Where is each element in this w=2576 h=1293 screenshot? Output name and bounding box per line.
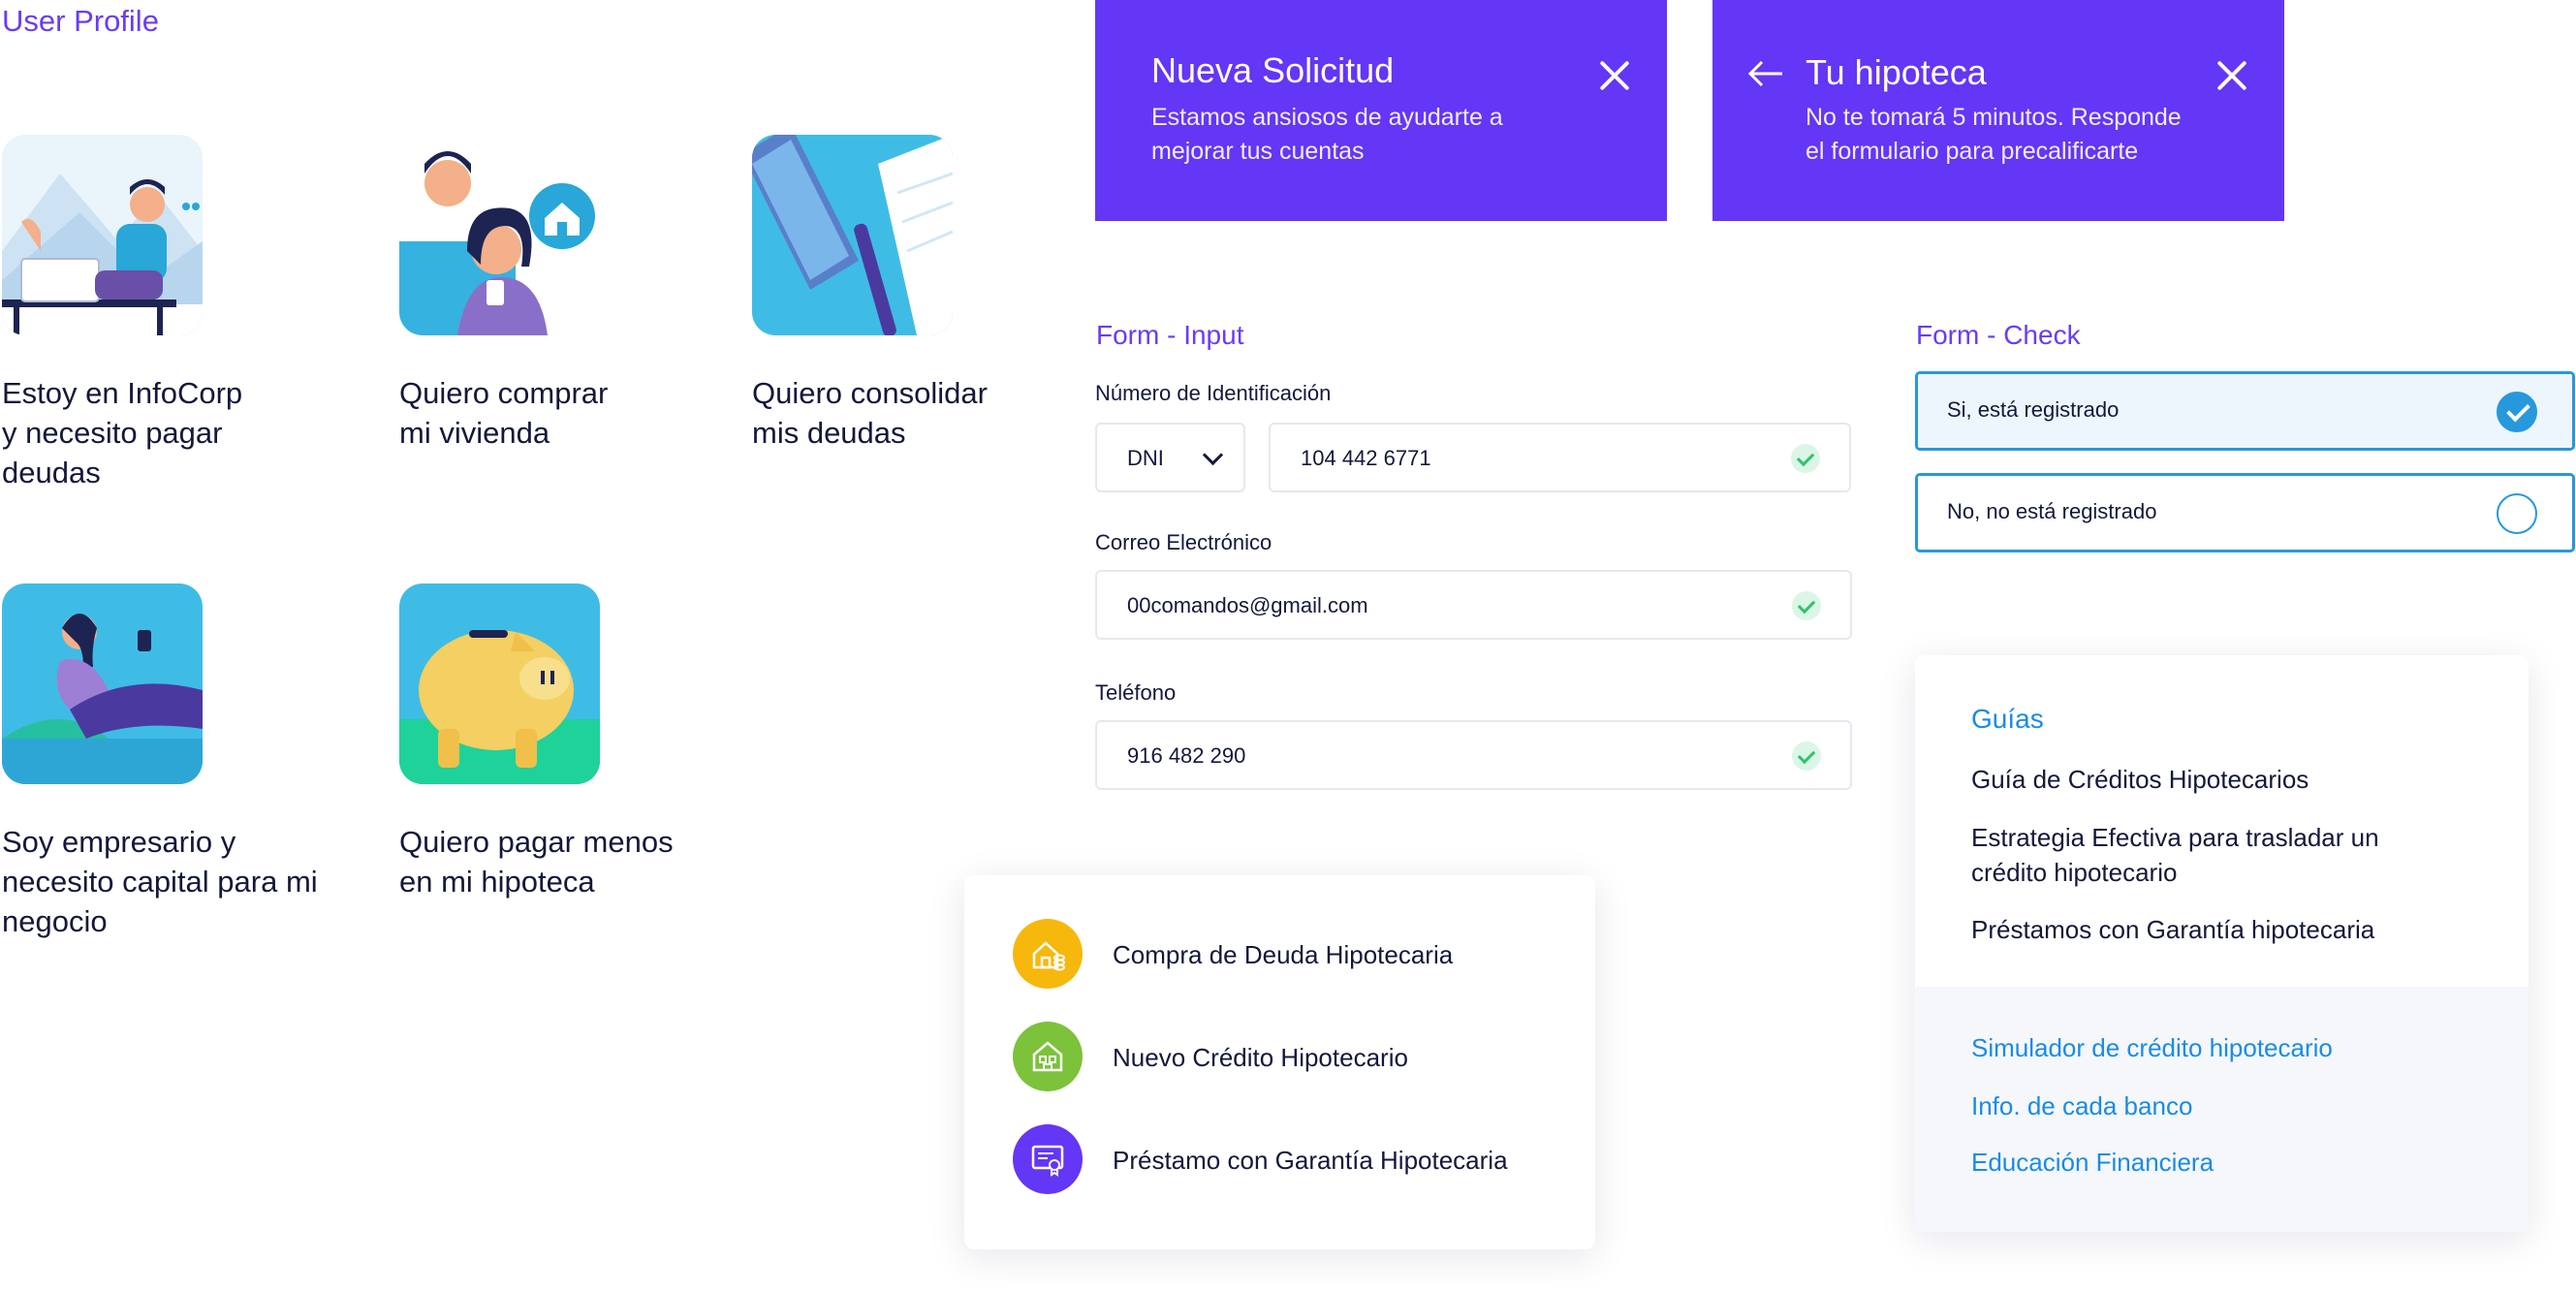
phone-field[interactable]: 916 482 290 [1095, 720, 1852, 790]
guide-link[interactable]: Préstamos con Garantía hipotecaria [1971, 912, 2374, 947]
email-value: 00comandos@gmail.com [1127, 593, 1368, 617]
woman-relaxing-illustration [2, 583, 203, 784]
email-field[interactable]: 00comandos@gmail.com [1095, 570, 1852, 640]
house-icon [1013, 1022, 1083, 1091]
piggy-bank-illustration [399, 583, 600, 784]
menu-item-label: Nuevo Crédito Hipotecario [1113, 1043, 1408, 1072]
guides-caret [2197, 630, 2251, 655]
profile-card-vivienda-image[interactable] [399, 135, 600, 335]
profile-card-consolidar-label[interactable]: Quiero consolidar mis deudas [752, 373, 988, 453]
arrow-left-icon[interactable] [1747, 60, 1784, 87]
tu-hipoteca-banner: Tu hipoteca No te tomará 5 minutos. Resp… [1712, 0, 2284, 221]
phone-pen-notebook-illustration [752, 135, 953, 335]
profile-card-empresario-image[interactable] [2, 583, 203, 784]
menu-item-prestamo-garantia[interactable]: Préstamo con Garantía Hipotecaria [1013, 1124, 1565, 1194]
form-check-title: Form - Check [1916, 320, 2081, 350]
certificate-icon [1013, 1124, 1083, 1194]
menu-caret [1242, 852, 1297, 877]
simulador-link[interactable]: Simulador de crédito hipotecario [1971, 1033, 2333, 1063]
phone-value: 916 482 290 [1127, 743, 1246, 768]
banner-subtitle: Estamos ansiosos de ayudarte a mejorar t… [1151, 104, 1503, 165]
couple-house-illustration [399, 135, 600, 335]
profile-card-consolidar-image[interactable] [752, 135, 953, 335]
email-label: Correo Electrónico [1095, 530, 1272, 554]
mortgage-options-menu: Compra de Deuda Hipotecaria Nuevo Crédit… [964, 875, 1595, 1249]
check-valid-icon [1792, 591, 1821, 620]
id-label: Número de Identificación [1095, 381, 1332, 405]
id-number-input[interactable]: 104 442 6771 [1269, 423, 1851, 492]
close-icon[interactable] [2215, 58, 2249, 93]
person-at-desk-illustration [2, 135, 203, 335]
radio-checked-icon[interactable] [2497, 392, 2537, 432]
profile-card-hipoteca-image[interactable] [399, 583, 600, 784]
profile-card-empresario-label[interactable]: Soy empresario y necesito capital para m… [2, 822, 318, 941]
profile-card-infocorp-label[interactable]: Estoy en InfoCorp y necesito pagar deuda… [2, 373, 242, 492]
id-type-value: DNI [1127, 446, 1164, 470]
close-icon[interactable] [1597, 58, 1632, 93]
option-label: Si, está registrado [1947, 397, 2120, 422]
check-valid-icon [1791, 444, 1820, 473]
menu-item-label: Compra de Deuda Hipotecaria [1113, 940, 1454, 969]
house-coins-icon [1013, 919, 1083, 989]
form-input-title: Form - Input [1096, 320, 1244, 350]
guides-links-panel: Simulador de crédito hipotecario Info. d… [1915, 987, 2529, 1232]
option-registered-no[interactable]: No, no está registrado [1915, 473, 2575, 552]
nueva-solicitud-banner: Nueva Solicitud Estamos ansiosos de ayud… [1095, 0, 1667, 221]
phone-label: Teléfono [1095, 680, 1177, 705]
chevron-down-icon [1202, 444, 1224, 466]
guides-title: Guías [1971, 704, 2044, 734]
menu-item-label: Préstamo con Garantía Hipotecaria [1113, 1146, 1508, 1175]
profile-card-infocorp-image[interactable] [2, 135, 203, 335]
check-valid-icon [1792, 741, 1821, 771]
guides-menu: Guías Guía de Créditos Hipotecarios Estr… [1915, 655, 2529, 1232]
id-number-value: 104 442 6771 [1301, 446, 1431, 470]
guide-link[interactable]: Guía de Créditos Hipotecarios [1971, 762, 2309, 797]
menu-item-compra-deuda[interactable]: Compra de Deuda Hipotecaria [1013, 919, 1565, 989]
option-registered-yes[interactable]: Si, está registrado [1915, 371, 2575, 451]
profile-card-hipoteca-label[interactable]: Quiero pagar menos en mi hipoteca [399, 822, 674, 901]
option-label: No, no está registrado [1947, 499, 2157, 523]
banner-title: Nueva Solicitud [1151, 50, 1395, 90]
banner-subtitle: No te tomará 5 minutos. Responde el form… [1806, 104, 2182, 165]
radio-unchecked-icon[interactable] [2497, 493, 2537, 534]
menu-item-nuevo-credito[interactable]: Nuevo Crédito Hipotecario [1013, 1022, 1565, 1091]
banner-title: Tu hipoteca [1806, 52, 1987, 92]
profile-card-vivienda-label[interactable]: Quiero comprar mi vivienda [399, 373, 608, 453]
guide-link[interactable]: Estrategia Efectiva para trasladar un cr… [1971, 820, 2379, 890]
educacion-financiera-link[interactable]: Educación Financiera [1971, 1148, 2214, 1178]
id-type-select[interactable]: DNI [1095, 423, 1245, 492]
user-profile-title: User Profile [2, 4, 159, 38]
info-banco-link[interactable]: Info. de cada banco [1971, 1091, 2192, 1121]
